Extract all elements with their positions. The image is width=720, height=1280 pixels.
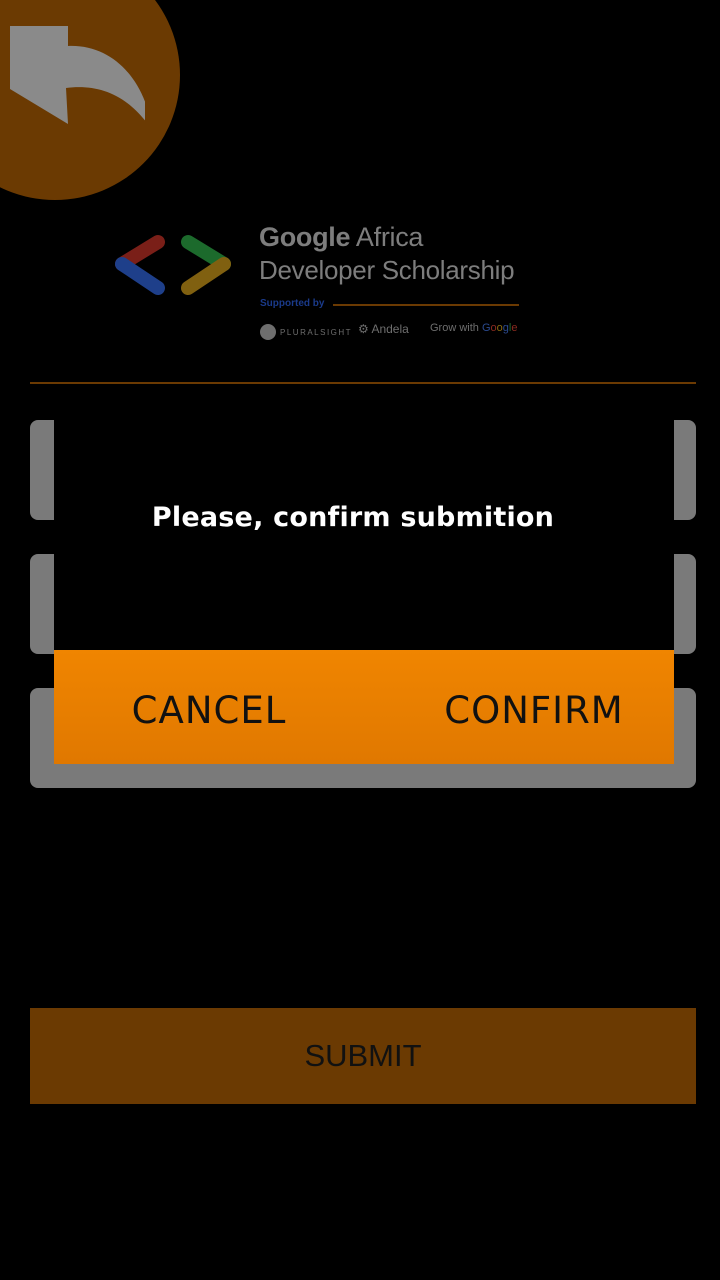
pluralsight-icon [260,324,276,340]
back-button[interactable] [0,0,180,200]
cancel-button[interactable]: CANCEL [94,650,324,764]
grow-with-google-logo: Grow with Google [430,322,518,334]
logo-subtitle: Developer Scholarship [259,255,515,285]
code-brackets-logo-icon [115,235,231,295]
supported-by-label: Supported by [260,298,325,309]
dialog-actions: CANCEL CONFIRM [54,650,674,764]
screen: Google Africa Developer Scholarship Supp… [0,0,720,1280]
dialog-message: Please, confirm submition [151,502,555,533]
confirm-button[interactable]: CONFIRM [414,650,654,764]
pluralsight-logo: PLURALSIGHT [260,324,352,341]
sponsor-logos: PLURALSIGHT ⚙ Andela Grow with Google [260,320,530,340]
confirm-dialog: Please, confirm submition CANCEL CONFIRM [54,420,674,764]
gads-logo: Google Africa Developer Scholarship Supp… [108,222,528,347]
submit-button[interactable]: SUBMIT [30,1008,696,1104]
andela-logo: ⚙ Andela [358,322,409,336]
header-divider [30,382,696,384]
logo-title: Google Africa [259,222,424,252]
back-arrow-icon [10,26,145,124]
supported-by-line [333,304,519,306]
